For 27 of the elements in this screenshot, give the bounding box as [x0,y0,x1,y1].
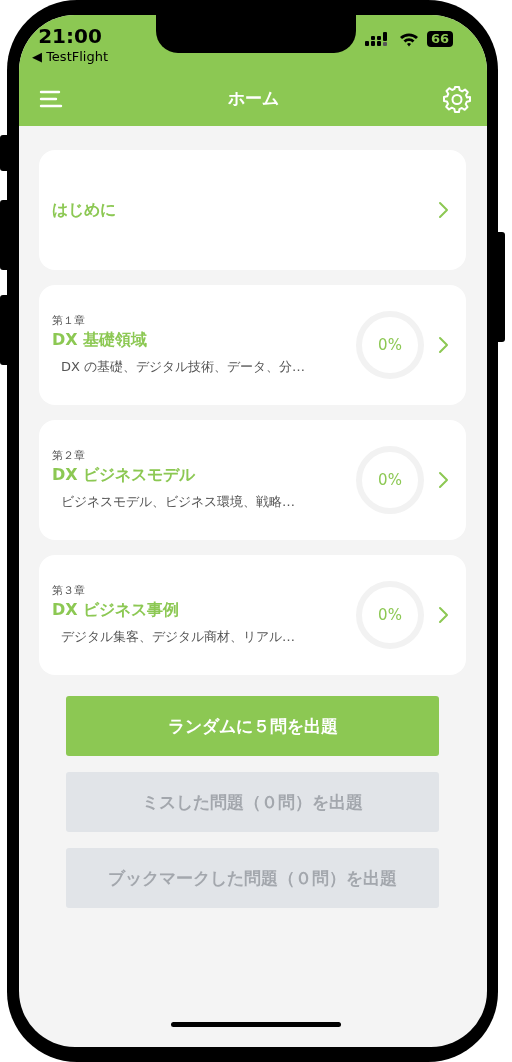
progress-reading: 0% [378,471,402,489]
chapter-title: DX 基礎領域 [52,329,148,351]
chapter-title: DX ビジネス事例 [52,599,180,621]
chapter-description: ビジネスモデル、ビジネス環境、戦略… [60,493,295,511]
chapter-label: 第１章 [52,313,85,329]
progress-reading: 0% [378,606,402,624]
wifi-icon [398,31,419,47]
progress-reading: 0% [378,336,402,354]
menu-icon[interactable] [39,89,63,108]
chapter-description: デジタル集客、デジタル商材、リアル… [60,628,295,646]
section-card[interactable]: 第２章 DX ビジネスモデル ビジネスモデル、ビジネス環境、戦略… 0% [39,420,466,540]
back-app-link[interactable]: ◀ TestFlight [32,48,109,66]
battery-indicator: 66 [426,31,453,47]
settings-icon[interactable] [443,84,471,113]
chapter-label: 第３章 [52,583,85,599]
section-title: はじめに [52,199,116,221]
section-card[interactable]: 第１章 DX 基礎領域 DX の基礎、デジタル技術、データ、分… 0% [39,285,466,405]
chapter-description: DX の基礎、デジタル技術、データ、分… [60,358,306,376]
status-time: 21:00 [38,24,102,48]
screen-title: ホーム [227,87,279,110]
chapter-label: 第２章 [52,448,85,464]
chevron-right-icon [438,471,450,489]
chevron-right-icon [438,201,450,219]
chevron-right-icon [438,336,450,354]
chevron-right-icon [438,606,450,624]
chapter-title: DX ビジネスモデル [52,464,196,486]
section-card[interactable]: 第３章 DX ビジネス事例 デジタル集客、デジタル商材、リアル… 0% [39,555,466,675]
